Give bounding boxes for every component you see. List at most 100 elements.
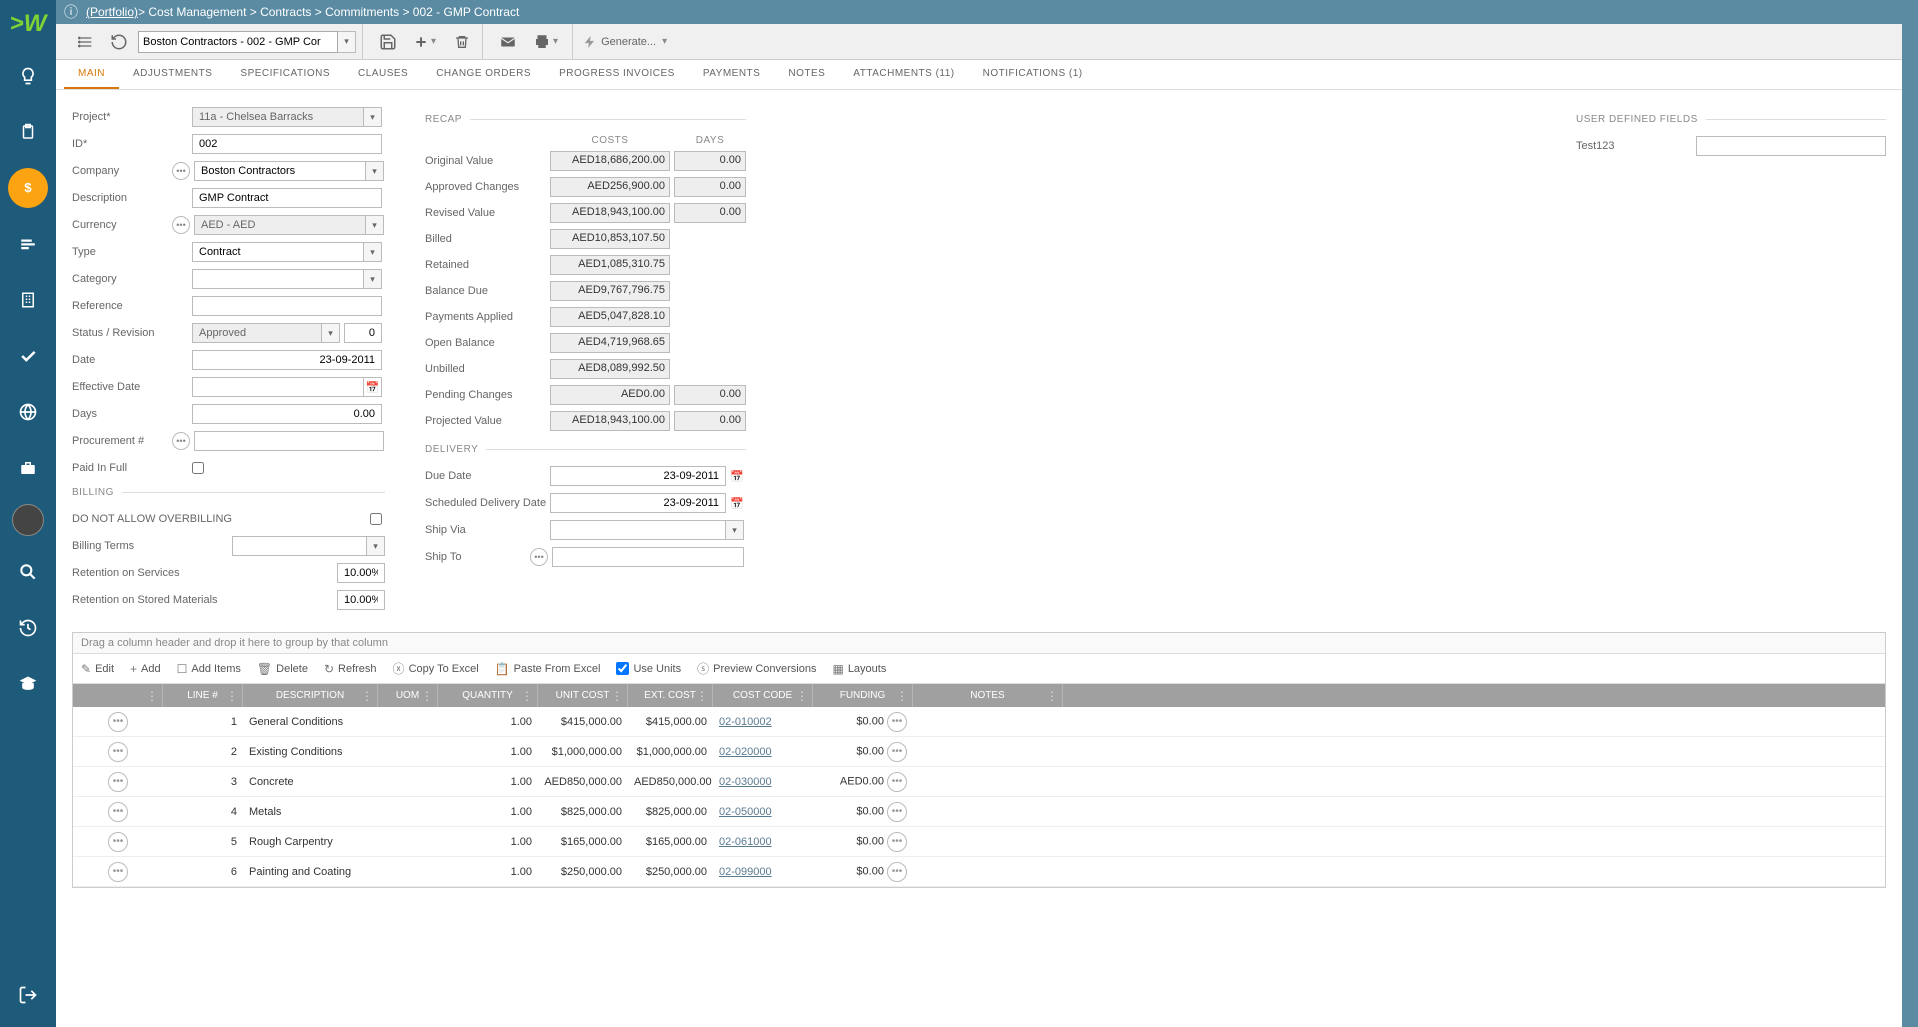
- breadcrumb-portfolio[interactable]: (Portfolio): [86, 5, 138, 19]
- row-cost-code[interactable]: 02-061000: [713, 832, 813, 852]
- delete-icon[interactable]: [448, 30, 476, 54]
- ship-to-ellipsis[interactable]: •••: [530, 548, 548, 566]
- paid-checkbox[interactable]: [192, 462, 204, 474]
- right-scrollbar[interactable]: [1902, 0, 1918, 1027]
- grid-header-notes[interactable]: NOTES⋮: [913, 684, 1063, 707]
- row-funding[interactable]: $0.00 •••: [813, 858, 913, 886]
- ret-materials-input[interactable]: [337, 590, 385, 610]
- grid-add-button[interactable]: +Add: [130, 662, 161, 676]
- mail-icon[interactable]: [493, 29, 523, 55]
- due-date-input[interactable]: [550, 466, 726, 486]
- procurement-input[interactable]: [194, 431, 384, 451]
- currency-ellipsis[interactable]: •••: [172, 216, 190, 234]
- company-ellipsis[interactable]: •••: [172, 162, 190, 180]
- ship-via-select[interactable]: [550, 520, 726, 540]
- grid-paste-excel-button[interactable]: 📋Paste From Excel: [495, 662, 601, 676]
- tab-specifications[interactable]: SPECIFICATIONS: [226, 60, 344, 89]
- briefcase-icon[interactable]: [8, 448, 48, 488]
- project-caret[interactable]: ▾: [364, 107, 382, 127]
- grid-header-ext-cost[interactable]: EXT. COST⋮: [628, 684, 713, 707]
- type-select[interactable]: [192, 242, 364, 262]
- row-funding[interactable]: $0.00 •••: [813, 828, 913, 856]
- list-icon[interactable]: [72, 30, 100, 54]
- table-row[interactable]: ••• 1 General Conditions 1.00 $415,000.0…: [73, 707, 1885, 737]
- graduation-icon[interactable]: [8, 664, 48, 704]
- building-icon[interactable]: [8, 280, 48, 320]
- project-select[interactable]: [192, 107, 364, 127]
- category-select[interactable]: [192, 269, 364, 289]
- row-funding[interactable]: $0.00 •••: [813, 708, 913, 736]
- status-caret[interactable]: ▾: [322, 323, 340, 343]
- print-caret-icon[interactable]: ▾: [551, 36, 560, 47]
- grid-delete-button[interactable]: 🗑Delete: [257, 662, 308, 676]
- row-menu[interactable]: •••: [73, 858, 163, 886]
- idea-icon[interactable]: [8, 56, 48, 96]
- grid-refresh-button[interactable]: ↻Refresh: [324, 662, 377, 676]
- grid-group-hint[interactable]: Drag a column header and drop it here to…: [73, 633, 1885, 654]
- save-icon[interactable]: [373, 29, 403, 55]
- description-input[interactable]: [192, 188, 382, 208]
- table-row[interactable]: ••• 2 Existing Conditions 1.00 $1,000,00…: [73, 737, 1885, 767]
- ship-via-caret[interactable]: ▾: [726, 520, 744, 540]
- row-cost-code[interactable]: 02-010002: [713, 712, 813, 732]
- row-menu[interactable]: •••: [73, 738, 163, 766]
- overbilling-checkbox[interactable]: [370, 513, 382, 525]
- tab-attachments-11-[interactable]: ATTACHMENTS (11): [839, 60, 968, 89]
- tab-adjustments[interactable]: ADJUSTMENTS: [119, 60, 226, 89]
- procurement-ellipsis[interactable]: •••: [172, 432, 190, 450]
- generate-button[interactable]: Generate... ▾: [583, 35, 669, 49]
- row-cost-code[interactable]: 02-099000: [713, 862, 813, 882]
- company-select[interactable]: [194, 161, 366, 181]
- table-row[interactable]: ••• 5 Rough Carpentry 1.00 $165,000.00 $…: [73, 827, 1885, 857]
- revision-input[interactable]: [344, 323, 382, 343]
- table-row[interactable]: ••• 3 Concrete 1.00 AED850,000.00 AED850…: [73, 767, 1885, 797]
- id-input[interactable]: [192, 134, 382, 154]
- row-menu[interactable]: •••: [73, 708, 163, 736]
- history-toolbar-icon[interactable]: [104, 29, 134, 55]
- print-icon[interactable]: ▾: [527, 29, 566, 55]
- grid-header-uom[interactable]: UOM⋮: [378, 684, 438, 707]
- table-row[interactable]: ••• 4 Metals 1.00 $825,000.00 $825,000.0…: [73, 797, 1885, 827]
- sched-input[interactable]: [550, 493, 726, 513]
- test-input[interactable]: [1696, 136, 1886, 156]
- add-caret-icon[interactable]: ▾: [429, 36, 438, 47]
- grid-preview-button[interactable]: ⓢPreview Conversions: [697, 660, 816, 677]
- record-selector[interactable]: [138, 31, 338, 53]
- history-icon[interactable]: [8, 608, 48, 648]
- row-menu[interactable]: •••: [73, 798, 163, 826]
- grid-header-unit-cost[interactable]: UNIT COST⋮: [538, 684, 628, 707]
- grid-copy-excel-button[interactable]: ⓧCopy To Excel: [393, 660, 479, 677]
- company-caret[interactable]: ▾: [366, 161, 384, 181]
- money-icon[interactable]: $: [8, 168, 48, 208]
- tab-progress-invoices[interactable]: PROGRESS INVOICES: [545, 60, 689, 89]
- eff-date-input[interactable]: [192, 377, 364, 397]
- check-icon[interactable]: [8, 336, 48, 376]
- bars-icon[interactable]: [8, 224, 48, 264]
- grid-use-units-check[interactable]: Use Units: [616, 662, 681, 675]
- row-menu[interactable]: •••: [73, 828, 163, 856]
- grid-header-cost-code[interactable]: COST CODE⋮: [713, 684, 813, 707]
- billing-terms-select[interactable]: [232, 536, 367, 556]
- clipboard-icon[interactable]: [8, 112, 48, 152]
- grid-add-items-button[interactable]: ☐Add Items: [177, 662, 241, 676]
- row-funding[interactable]: $0.00 •••: [813, 738, 913, 766]
- row-cost-code[interactable]: 02-020000: [713, 742, 813, 762]
- tab-main[interactable]: MAIN: [64, 60, 119, 89]
- tab-payments[interactable]: PAYMENTS: [689, 60, 775, 89]
- date-input[interactable]: [192, 350, 382, 370]
- grid-header-menu[interactable]: ⋮: [73, 684, 163, 707]
- status-select[interactable]: [192, 323, 322, 343]
- row-funding[interactable]: $0.00 •••: [813, 798, 913, 826]
- tab-notes[interactable]: NOTES: [774, 60, 839, 89]
- days-input[interactable]: [192, 404, 382, 424]
- generate-caret-icon[interactable]: ▾: [660, 36, 669, 47]
- sched-calendar-icon[interactable]: 📅: [728, 493, 746, 513]
- user-avatar[interactable]: [12, 504, 44, 536]
- tab-notifications-1-[interactable]: NOTIFICATIONS (1): [969, 60, 1097, 89]
- ret-services-input[interactable]: [337, 563, 385, 583]
- eff-date-calendar-icon[interactable]: 📅: [364, 377, 382, 397]
- grid-header-funding[interactable]: FUNDING⋮: [813, 684, 913, 707]
- currency-select[interactable]: [194, 215, 366, 235]
- billing-terms-caret[interactable]: ▾: [367, 536, 385, 556]
- use-units-checkbox[interactable]: [616, 662, 629, 675]
